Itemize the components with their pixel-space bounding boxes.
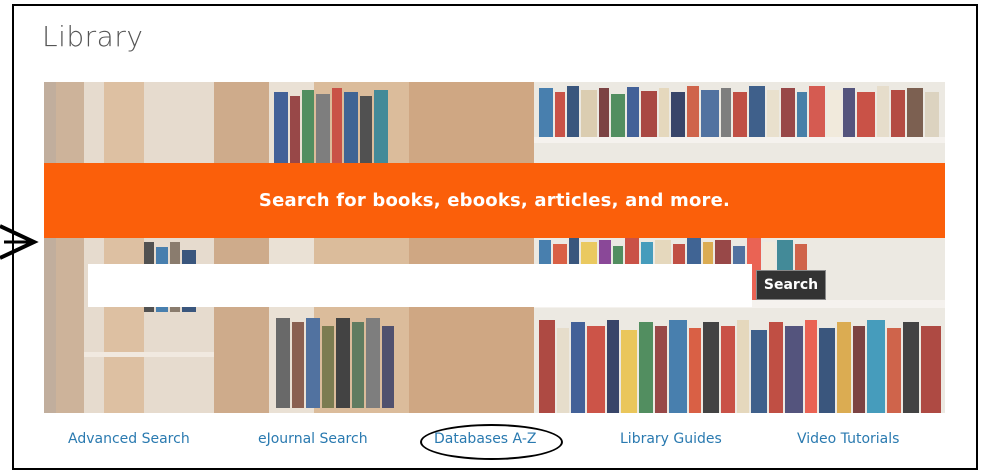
search-button[interactable]: Search — [756, 270, 826, 300]
hero-image — [44, 82, 945, 413]
banner-heading: Search for books, ebooks, articles, and … — [258, 190, 731, 211]
link-video-tutorials[interactable]: Video Tutorials — [797, 431, 899, 447]
link-advanced-search[interactable]: Advanced Search — [68, 431, 190, 447]
search-banner: Search for books, ebooks, articles, and … — [44, 163, 945, 238]
page-title: Library — [42, 20, 144, 53]
quick-links: Advanced Search eJournal Search Database… — [0, 431, 982, 455]
link-databases-a-z[interactable]: Databases A-Z — [434, 431, 536, 447]
arrow-pointer-icon — [0, 224, 39, 260]
library-stacks-image — [44, 82, 945, 413]
link-ejournal-search[interactable]: eJournal Search — [258, 431, 368, 447]
link-library-guides[interactable]: Library Guides — [620, 431, 722, 447]
search-input[interactable] — [88, 264, 752, 307]
